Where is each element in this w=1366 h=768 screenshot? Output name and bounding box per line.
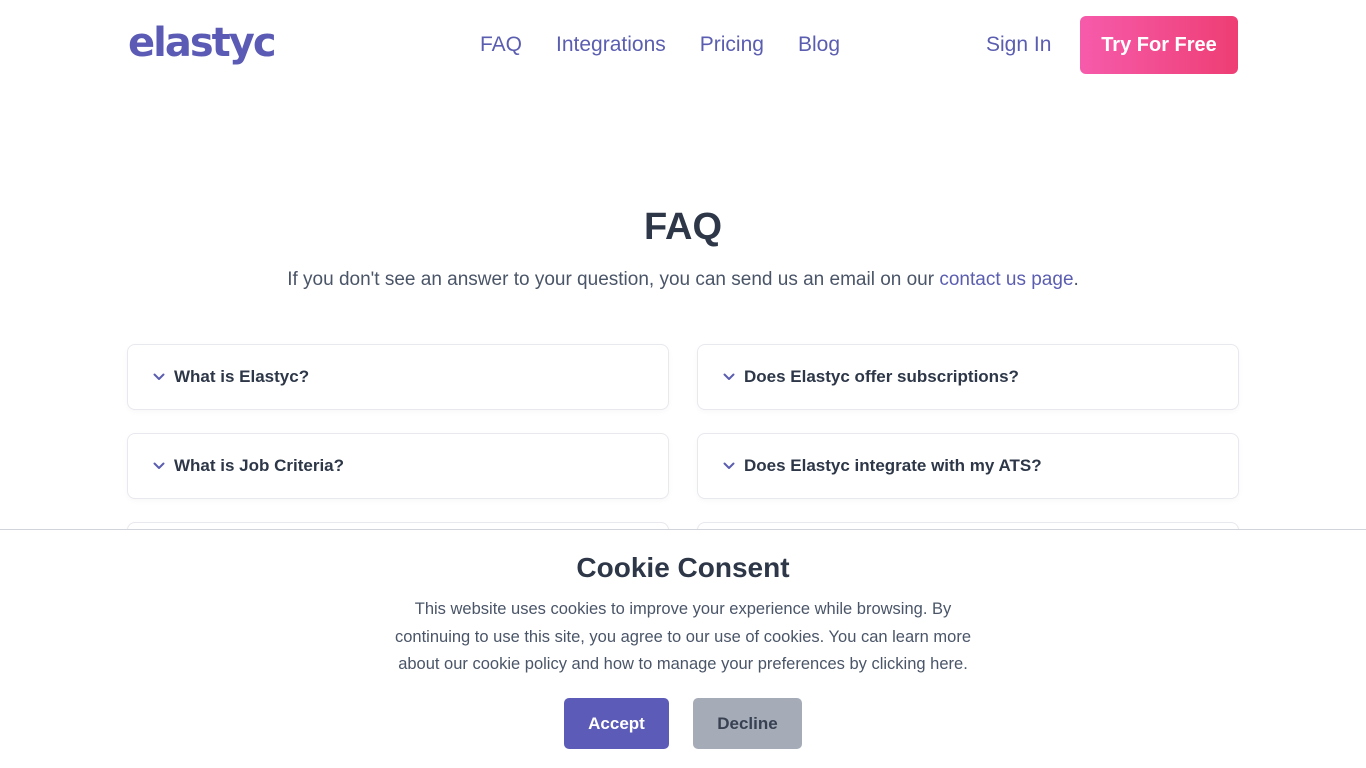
contact-us-link[interactable]: contact us page: [939, 269, 1073, 290]
faq-question: What is Elastyc?: [174, 367, 310, 386]
decline-button[interactable]: Decline: [693, 698, 802, 749]
cookie-consent-banner: Cookie Consent This website uses cookies…: [0, 529, 1366, 768]
cookie-body: This website uses cookies to improve you…: [394, 600, 972, 673]
nav-integrations[interactable]: Integrations: [556, 30, 666, 60]
chevron-down-icon: [722, 459, 736, 473]
cookie-text-suffix: .: [963, 655, 968, 673]
site-header: elastyc FAQ Integrations Pricing Blog Si…: [0, 0, 1366, 90]
main-nav: FAQ Integrations Pricing Blog: [480, 30, 840, 60]
chevron-down-icon: [722, 370, 736, 384]
chevron-down-icon: [152, 459, 166, 473]
cookie-title: Cookie Consent: [576, 552, 790, 583]
chevron-down-icon: [152, 370, 166, 384]
accept-button[interactable]: Accept: [564, 698, 669, 749]
faq-question: Does Elastyc integrate with my ATS?: [744, 456, 1042, 475]
cookie-text: This website uses cookies to improve you…: [378, 596, 988, 679]
faq-item-job-criteria[interactable]: What is Job Criteria?: [127, 433, 669, 499]
faq-question: Does Elastyc offer subscriptions?: [744, 367, 1019, 386]
faq-item-subscriptions[interactable]: Does Elastyc offer subscriptions?: [697, 344, 1239, 410]
nav-blog[interactable]: Blog: [798, 30, 840, 60]
faq-question: What is Job Criteria?: [174, 456, 345, 475]
faq-subtitle-text: If you don't see an answer to your quest…: [287, 269, 940, 290]
page: elastyc FAQ Integrations Pricing Blog Si…: [0, 0, 1366, 768]
page-title: FAQ: [643, 206, 723, 248]
try-for-free-button[interactable]: Try For Free: [1080, 16, 1238, 74]
nav-faq[interactable]: FAQ: [480, 30, 522, 60]
faq-item-ats-integration[interactable]: Does Elastyc integrate with my ATS?: [697, 433, 1239, 499]
cookie-policy-link[interactable]: here: [930, 655, 963, 673]
nav-pricing[interactable]: Pricing: [700, 30, 764, 60]
sign-in-link[interactable]: Sign In: [986, 30, 1051, 60]
faq-subtitle: If you don't see an answer to your quest…: [0, 266, 1366, 294]
faq-subtitle-suffix: .: [1073, 269, 1079, 290]
faq-item-what-is-elastyc[interactable]: What is Elastyc?: [127, 344, 669, 410]
logo[interactable]: elastyc: [128, 18, 277, 68]
